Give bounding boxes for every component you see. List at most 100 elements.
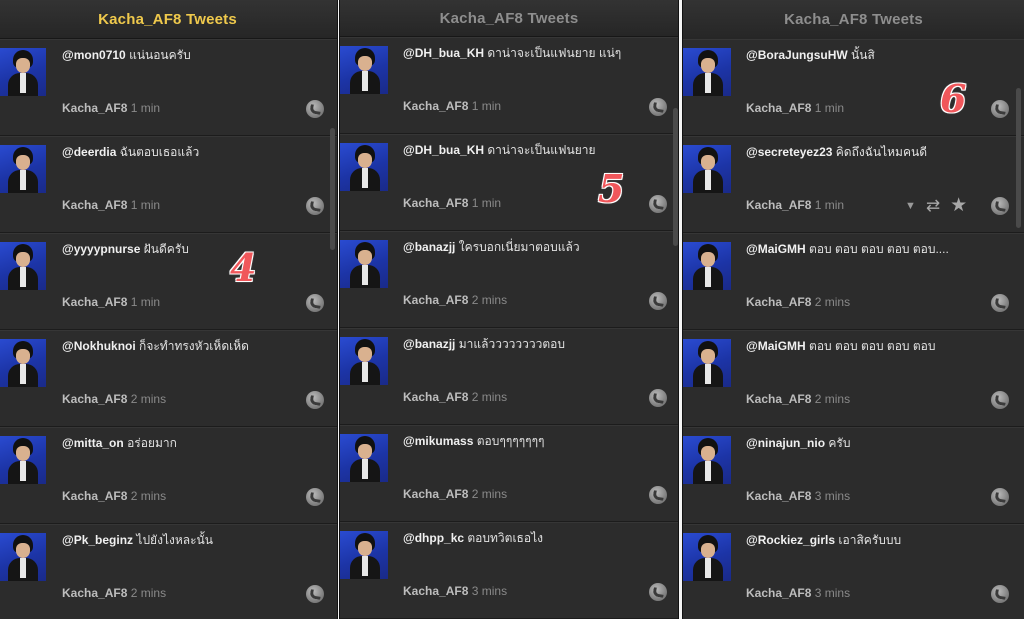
tweet-item[interactable]: @mon0710 แน่นอนครับ Kacha_AF8 1 min [0, 39, 337, 136]
tweet-item[interactable]: @mitta_on อร่อยมาก Kacha_AF8 2 mins [0, 427, 337, 524]
reply-icon[interactable] [649, 389, 667, 407]
tweet-handle[interactable]: @Rockiez_girls [746, 533, 835, 547]
reply-icon[interactable] [991, 197, 1009, 215]
reply-icon[interactable] [991, 294, 1009, 312]
avatar[interactable] [340, 434, 388, 482]
reply-icon[interactable] [306, 197, 324, 215]
tweet-item[interactable]: @Nokhuknoi ก็จะทำทรงหัวเห็ดเห็ด Kacha_AF… [0, 330, 337, 427]
tweet-handle[interactable]: @MaiGMH [746, 242, 806, 256]
tweet-item[interactable]: @deerdia ฉันตอบเธอแล้ว Kacha_AF8 1 min [0, 136, 337, 233]
tweet-handle[interactable]: @ninajun_nio [746, 436, 825, 450]
tweet-handle[interactable]: @Pk_beginz [62, 533, 133, 547]
star-icon[interactable]: ★ [950, 194, 967, 217]
tweet-author[interactable]: Kacha_AF8 [403, 584, 468, 598]
tweet-author[interactable]: Kacha_AF8 [62, 198, 127, 212]
tweet-item[interactable]: @ninajun_nio ครับ Kacha_AF8 3 mins [683, 427, 1024, 524]
tweet-author[interactable]: Kacha_AF8 [62, 586, 127, 600]
reply-icon[interactable] [306, 585, 324, 603]
reply-icon[interactable] [306, 391, 324, 409]
tweet-item[interactable]: @banazjj มาแล้ววววววววตอบ Kacha_AF8 2 mi… [340, 328, 678, 425]
scrollbar[interactable] [673, 108, 678, 246]
avatar[interactable] [340, 46, 388, 94]
tweet-item[interactable]: @mikumass ตอบๆๆๆๆๆๆๆ Kacha_AF8 2 mins [340, 425, 678, 522]
avatar[interactable] [0, 533, 46, 581]
avatar[interactable] [340, 337, 388, 385]
tweet-author[interactable]: Kacha_AF8 [403, 487, 468, 501]
tweet-author[interactable]: Kacha_AF8 [62, 392, 127, 406]
tweet-handle[interactable]: @mon0710 [62, 48, 126, 62]
reply-icon[interactable] [991, 488, 1009, 506]
tweet-handle[interactable]: @banazjj [403, 337, 455, 351]
avatar[interactable] [683, 339, 731, 387]
tweet-handle[interactable]: @yyyypnurse [62, 242, 140, 256]
tweet-author[interactable]: Kacha_AF8 [403, 99, 468, 113]
reply-icon[interactable] [649, 583, 667, 601]
avatar[interactable] [683, 242, 731, 290]
avatar[interactable] [0, 436, 46, 484]
tweet-author[interactable]: Kacha_AF8 [62, 295, 127, 309]
scrollbar[interactable] [330, 128, 335, 250]
tweet-handle[interactable]: @mikumass [403, 434, 473, 448]
tweet-author[interactable]: Kacha_AF8 [403, 293, 468, 307]
avatar[interactable] [683, 145, 731, 193]
avatar[interactable] [0, 48, 46, 96]
tweet-item[interactable]: @MaiGMH ตอบ ตอบ ตอบ ตอบ ตอบ.... Kacha_AF… [683, 233, 1024, 330]
tweet-author[interactable]: Kacha_AF8 [62, 101, 127, 115]
tweet-item[interactable]: @DH_bua_KH ดาน่าจะเป็นแฟนยาย Kacha_AF8 1… [340, 134, 678, 231]
column-header[interactable]: Kacha_AF8 Tweets [340, 0, 678, 37]
tweet-author[interactable]: Kacha_AF8 [746, 586, 811, 600]
reply-icon[interactable] [991, 100, 1009, 118]
reply-icon[interactable] [649, 195, 667, 213]
tweet-handle[interactable]: @BoraJungsuHW [746, 48, 848, 62]
avatar[interactable] [0, 339, 46, 387]
column-header[interactable]: Kacha_AF8 Tweets [683, 0, 1024, 40]
tweet-handle[interactable]: @DH_bua_KH [403, 143, 484, 157]
avatar[interactable] [683, 533, 731, 581]
avatar[interactable] [340, 531, 388, 579]
reply-icon[interactable] [306, 100, 324, 118]
reply-icon[interactable] [991, 585, 1009, 603]
chevron-down-icon[interactable]: ▼ [905, 200, 916, 212]
reply-icon[interactable] [649, 486, 667, 504]
tweet-author[interactable]: Kacha_AF8 [62, 489, 127, 503]
tweet-handle[interactable]: @deerdia [62, 145, 116, 159]
tweet-author[interactable]: Kacha_AF8 [746, 198, 811, 212]
column-header[interactable]: Kacha_AF8 Tweets [0, 0, 337, 39]
reply-icon[interactable] [649, 292, 667, 310]
tweet-author[interactable]: Kacha_AF8 [746, 295, 811, 309]
avatar[interactable] [340, 143, 388, 191]
tweet-handle[interactable]: @banazjj [403, 240, 455, 254]
tweet-item[interactable]: @yyyypnurse ฝันดีครับ Kacha_AF8 1 min [0, 233, 337, 330]
tweet-item[interactable]: @Pk_beginz ไปยังไงหละนั้น Kacha_AF8 2 mi… [0, 524, 337, 619]
tweet-item[interactable]: @DH_bua_KH ดาน่าจะเป็นแฟนยาย แน่ๆ Kacha_… [340, 37, 678, 134]
avatar[interactable] [340, 240, 388, 288]
tweet-author[interactable]: Kacha_AF8 [403, 196, 468, 210]
tweet-author[interactable]: Kacha_AF8 [746, 392, 811, 406]
avatar[interactable] [0, 145, 46, 193]
tweet-handle[interactable]: @dhpp_kc [403, 531, 464, 545]
tweet-handle[interactable]: @mitta_on [62, 436, 124, 450]
tweet-handle[interactable]: @secreteyez23 [746, 145, 832, 159]
retweet-icon[interactable]: ⇄ [926, 196, 940, 216]
avatar[interactable] [0, 242, 46, 290]
tweet-item[interactable]: @BoraJungsuHW นั้นสิ Kacha_AF8 1 min [683, 39, 1024, 136]
scrollbar[interactable] [1016, 88, 1021, 228]
avatar[interactable] [683, 48, 731, 96]
tweet-handle[interactable]: @Nokhuknoi [62, 339, 136, 353]
tweet-item[interactable]: @banazjj ใครบอกเนี่ยมาตอบแล้ว Kacha_AF8 … [340, 231, 678, 328]
avatar[interactable] [683, 436, 731, 484]
reply-icon[interactable] [991, 391, 1009, 409]
tweet-item[interactable]: @dhpp_kc ตอบทวิตเธอไง Kacha_AF8 3 mins [340, 522, 678, 619]
tweet-author[interactable]: Kacha_AF8 [403, 390, 468, 404]
tweet-handle[interactable]: @MaiGMH [746, 339, 806, 353]
reply-icon[interactable] [306, 294, 324, 312]
tweet-list: @DH_bua_KH ดาน่าจะเป็นแฟนยาย แน่ๆ Kacha_… [340, 37, 678, 619]
tweet-item[interactable]: @Rockiez_girls เอาสิครับบบ Kacha_AF8 3 m… [683, 524, 1024, 619]
tweet-item[interactable]: @secreteyez23 คิดถึงฉันไหมคนดี Kacha_AF8… [683, 136, 1024, 233]
reply-icon[interactable] [649, 98, 667, 116]
tweet-item[interactable]: @MaiGMH ตอบ ตอบ ตอบ ตอบ ตอบ Kacha_AF8 2 … [683, 330, 1024, 427]
tweet-handle[interactable]: @DH_bua_KH [403, 46, 484, 60]
tweet-author[interactable]: Kacha_AF8 [746, 101, 811, 115]
reply-icon[interactable] [306, 488, 324, 506]
tweet-author[interactable]: Kacha_AF8 [746, 489, 811, 503]
